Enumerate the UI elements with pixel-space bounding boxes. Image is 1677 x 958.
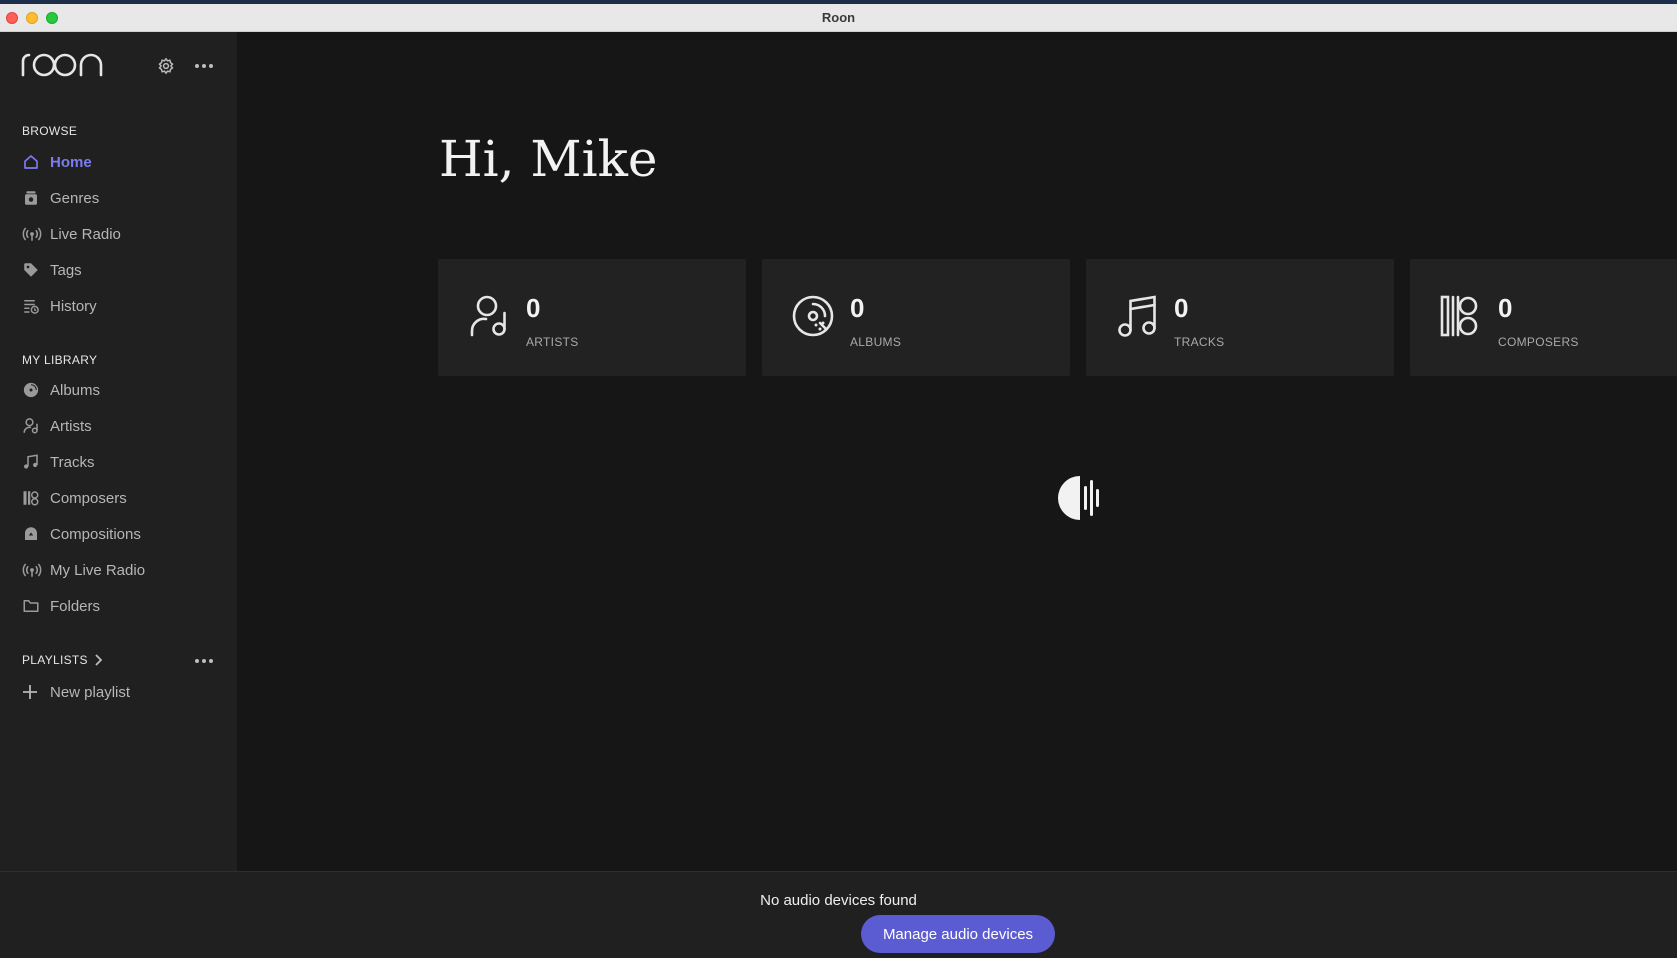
more-options-icon[interactable] [194,63,214,69]
sidebar-item-genres[interactable]: Genres [22,184,222,212]
music-note-icon [22,453,50,471]
playlists-header-label: PLAYLISTS [22,653,88,667]
audio-footer: No audio devices found Manage audio devi… [0,871,1677,958]
stat-count: 0 [526,293,541,323]
roon-logo [21,53,103,77]
stat-card-albums[interactable]: 0 ALBUMS [762,259,1070,376]
music-note-icon [1118,295,1156,337]
sidebar-item-home[interactable]: Home [22,148,222,176]
composer-icon [1440,295,1478,337]
sidebar-item-label: Albums [50,381,101,399]
stat-count: 0 [1498,293,1513,323]
sidebar-item-label: Tags [50,261,82,279]
stat-label: COMPOSERS [1498,335,1579,349]
library-header: MY LIBRARY [22,353,98,367]
stat-card-tracks[interactable]: 0 TRACKS [1086,259,1394,376]
sidebar-item-my-live-radio[interactable]: My Live Radio [22,556,222,584]
artist-icon [22,417,50,435]
sidebar-item-label: Live Radio [50,225,121,243]
stat-count: 0 [850,293,865,323]
sidebar-item-label: My Live Radio [50,561,146,579]
window-title: Roon [821,10,856,25]
home-icon [22,153,50,171]
stat-card-artists[interactable]: 0 ARTISTS [438,259,746,376]
history-icon [22,297,50,315]
playlists-header[interactable]: PLAYLISTS [22,653,102,667]
stat-count: 0 [1174,293,1189,323]
loading-spinner-icon [1058,476,1099,520]
composer-icon [22,489,50,507]
album-icon [22,381,50,399]
stat-card-composers[interactable]: 0 COMPOSERS [1410,259,1677,376]
new-playlist-button[interactable]: New playlist [22,678,222,706]
sidebar-item-label: Home [50,153,92,171]
gear-icon[interactable] [157,57,175,75]
sidebar-item-label: Genres [50,189,100,207]
artist-icon [470,295,506,337]
sidebar-item-artists[interactable]: Artists [22,412,222,440]
sidebar-item-folders[interactable]: Folders [22,592,222,620]
sidebar-item-label: History [50,297,97,315]
sidebar-item-label: Folders [50,597,101,615]
sidebar-item-label: Artists [50,417,92,435]
sidebar-item-label: Compositions [50,525,141,543]
sidebar: BROWSE Home Genres Live Radio Tags Histo… [0,32,237,871]
plus-icon [22,684,50,700]
album-icon [792,295,834,337]
stat-label: ALBUMS [850,335,902,349]
radio-icon [22,561,50,579]
sidebar-item-label: Composers [50,489,127,507]
playlists-more-icon[interactable] [194,658,214,664]
main-content: Hi, Mike 0 ARTISTS 0 ALBUMS 0 TRACKS 0 C… [237,32,1677,871]
audio-status-text: No audio devices found [760,892,917,909]
new-playlist-label: New playlist [50,683,131,701]
sidebar-item-label: Tracks [50,453,95,471]
manage-audio-devices-button[interactable]: Manage audio devices [861,915,1055,953]
genres-icon [22,189,50,207]
browse-header: BROWSE [22,124,78,138]
title-bar: Roon [0,4,1677,32]
page-title: Hi, Mike [439,130,658,188]
stat-label: TRACKS [1174,335,1225,349]
sidebar-item-tracks[interactable]: Tracks [22,448,222,476]
sidebar-item-live-radio[interactable]: Live Radio [22,220,222,248]
radio-icon [22,225,50,243]
tag-icon [22,261,50,279]
stat-label: ARTISTS [526,335,579,349]
folder-icon [22,597,50,615]
chevron-right-icon [95,654,102,666]
sidebar-item-albums[interactable]: Albums [22,376,222,404]
sidebar-item-history[interactable]: History [22,292,222,320]
sidebar-item-composers[interactable]: Composers [22,484,222,512]
sidebar-item-compositions[interactable]: Compositions [22,520,222,548]
sidebar-item-tags[interactable]: Tags [22,256,222,284]
composition-icon [22,525,50,543]
